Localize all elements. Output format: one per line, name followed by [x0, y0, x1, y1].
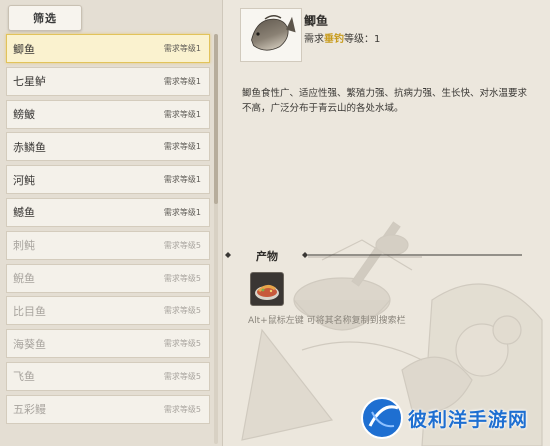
fish-list-item-requirement: 需求等级5 — [163, 404, 201, 414]
fish-list-item[interactable]: 河鲀 需求等级1 — [6, 165, 210, 195]
ink-painting-background — [241, 221, 543, 446]
list-scroll-thumb[interactable] — [214, 34, 218, 204]
fish-list-item[interactable]: 七星鲈 需求等级1 — [6, 66, 210, 96]
fish-list-item-requirement: 需求等级5 — [163, 339, 201, 349]
fish-list-item[interactable]: 飞鱼 需求等级5 — [6, 361, 210, 391]
fish-list-panel: 筛选 鲫鱼 需求等级1 七星鲈 需求等级1 鳑鲏 需求等级1 赤鳞鱼 需求等级1 河鲀 需求等级1… — [0, 0, 223, 446]
diamond-ornament-icon — [302, 252, 308, 258]
fish-list-item-name: 刺鲀 — [13, 239, 35, 253]
watermark-text: 彼利洋手游网 — [408, 409, 529, 431]
fish-list-item[interactable]: 比目鱼 需求等级5 — [6, 296, 210, 326]
filter-button[interactable]: 筛选 — [8, 5, 82, 31]
products-hint: Alt+鼠标左键 可将其名称复制到搜索栏 — [248, 316, 406, 326]
crucian-carp-icon — [251, 15, 296, 51]
fish-list-item[interactable]: 鲵鱼 需求等级5 — [6, 263, 210, 293]
fish-list-item[interactable]: 赤鳞鱼 需求等级1 — [6, 132, 210, 162]
fish-list-item-name: 鲫鱼 — [13, 42, 35, 56]
fish-list-item-name: 飞鱼 — [13, 370, 35, 384]
cooked-fish-dish-icon — [255, 284, 279, 300]
fish-list-item-requirement: 需求等级5 — [163, 240, 201, 250]
fish-list-item-requirement: 需求等级1 — [163, 207, 201, 217]
fish-list-item[interactable]: 刺鲀 需求等级5 — [6, 230, 210, 260]
fish-list-item-name: 鳑鲏 — [13, 108, 35, 122]
fish-list-item[interactable]: 五彩鳗 需求等级5 — [6, 394, 210, 424]
product-item-slot[interactable] — [250, 272, 284, 306]
fish-list-item[interactable]: 鳡鱼 需求等级1 — [6, 197, 210, 227]
fish-list-item-name: 赤鳞鱼 — [13, 140, 46, 154]
fish-list-item-name: 鲵鱼 — [13, 272, 35, 286]
fish-description: 鲫鱼食性广、适应性强、繁殖力强、抗病力强、生长快、对水温要求不高，广泛分布于青云… — [242, 88, 528, 114]
fish-list-item[interactable]: 海葵鱼 需求等级5 — [6, 329, 210, 359]
fish-list: 鲫鱼 需求等级1 七星鲈 需求等级1 鳑鲏 需求等级1 赤鳞鱼 需求等级1 河鲀 需求等级1 鳡鱼需… — [6, 34, 210, 428]
fish-detail-panel: 鲫鱼 需求垂钓等级：1 鲫鱼食性广、适应性强、繁殖力强、抗病力强、生长快、对水温… — [222, 0, 550, 446]
fish-list-item-requirement: 需求等级1 — [163, 109, 201, 119]
fish-list-item-requirement: 需求等级1 — [163, 142, 201, 152]
fish-list-item[interactable]: 鳑鲏 需求等级1 — [6, 99, 210, 129]
fish-icon-frame — [240, 8, 302, 62]
fish-list-item-requirement: 需求等级5 — [163, 273, 201, 283]
fish-title: 鲫鱼 — [304, 14, 329, 28]
fish-list-item-name: 鳡鱼 — [13, 206, 35, 220]
filter-button-label: 筛选 — [33, 12, 57, 25]
fish-list-item-requirement: 需求等级1 — [163, 76, 201, 86]
products-title: 产物 — [256, 250, 278, 263]
fish-list-item-requirement: 需求等级5 — [163, 371, 201, 381]
fish-list-item-requirement: 需求等级5 — [163, 306, 201, 316]
list-scrollbar[interactable] — [214, 34, 218, 444]
fish-list-item-name: 海葵鱼 — [13, 337, 46, 351]
fish-list-item[interactable]: 鲫鱼 需求等级1 — [6, 34, 210, 63]
fish-list-item-name: 比目鱼 — [13, 304, 46, 318]
fish-list-item-name: 七星鲈 — [13, 75, 46, 89]
fish-list-item-requirement: 需求等级1 — [163, 44, 201, 53]
requirement-level: 等级：1 — [344, 34, 381, 45]
fish-list-item-name: 河鲀 — [13, 173, 35, 187]
fish-requirement: 需求垂钓等级：1 — [304, 30, 380, 45]
diamond-ornament-icon — [225, 252, 231, 258]
fish-list-item-name: 五彩鳗 — [13, 403, 46, 417]
fish-list-item-requirement: 需求等级1 — [163, 175, 201, 185]
requirement-prefix: 需求 — [304, 34, 324, 45]
globe-icon — [361, 397, 403, 439]
requirement-skill: 垂钓 — [324, 34, 344, 45]
